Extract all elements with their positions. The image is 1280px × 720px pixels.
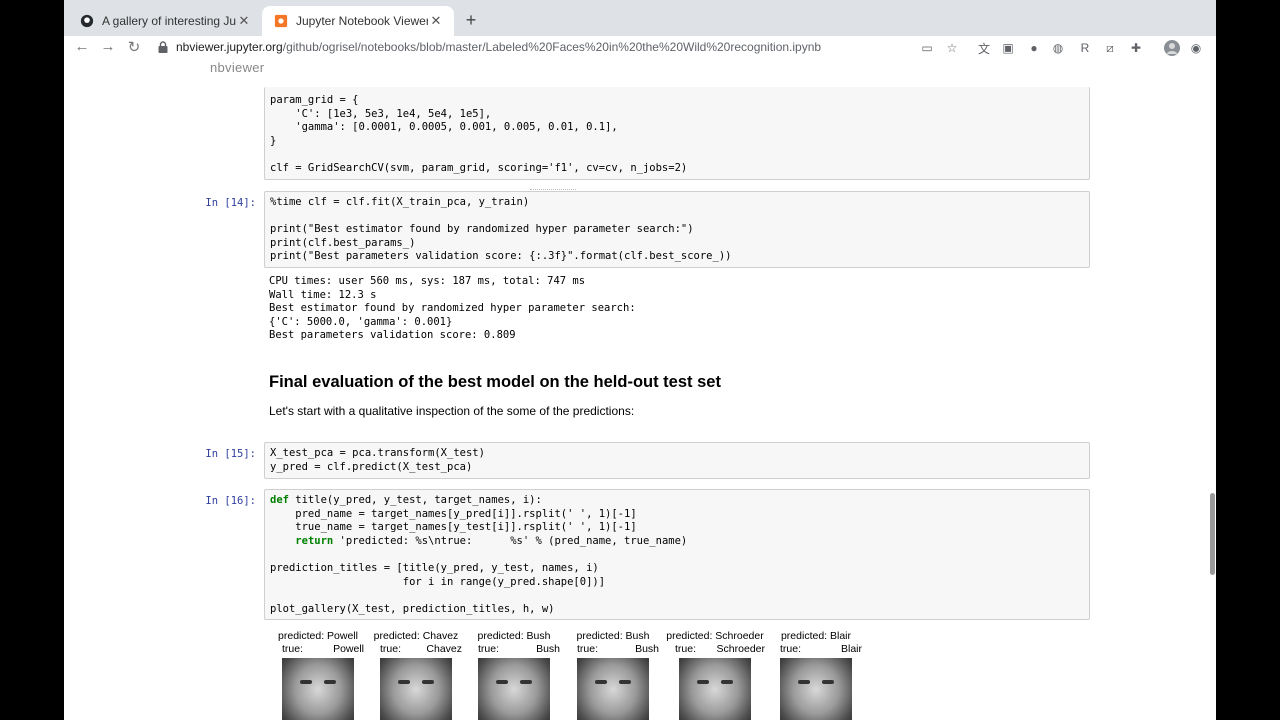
tab-nbviewer[interactable]: Jupyter Notebook Viewer ✕ (262, 6, 454, 36)
true-label: true: (282, 643, 304, 655)
browser-window: A gallery of interesting Jupyte ✕ Jupyte… (64, 0, 1216, 720)
close-icon[interactable]: ✕ (236, 13, 252, 29)
true-name: Bush (635, 643, 659, 655)
tab-strip: A gallery of interesting Jupyte ✕ Jupyte… (64, 0, 1216, 36)
gallery-item: predicted: Blair true: Blair (768, 630, 864, 720)
address-bar[interactable]: nbviewer.jupyter.org/github/ogrisel/note… (176, 40, 821, 54)
reload-icon[interactable]: ↻ (124, 38, 144, 56)
code-cell-13-source: param_grid = { 'C': [1e3, 5e3, 1e4, 5e4,… (270, 94, 688, 174)
true-label: true: (380, 643, 402, 655)
keyword: return (295, 534, 334, 547)
github-icon (80, 14, 94, 28)
tab-title: A gallery of interesting Jupyte (102, 14, 236, 28)
scrollbar-thumb[interactable] (1210, 493, 1215, 575)
cast-icon[interactable]: ▭ (919, 40, 935, 56)
tab-title: Jupyter Notebook Viewer (296, 14, 428, 28)
keyword: def (270, 494, 289, 506)
collapse-dots[interactable] (530, 189, 576, 190)
jupyter-icon (274, 14, 288, 28)
lock-icon (158, 41, 168, 53)
url-path: /github/ogrisel/notebooks/blob/master/La… (282, 40, 822, 54)
predicted-label: predicted: Powell (278, 630, 358, 642)
extension-r-icon[interactable]: R (1077, 40, 1093, 56)
code-cell-16[interactable]: def title(y_pred, y_test, target_names, … (264, 489, 1090, 620)
cell-14-output: CPU times: user 560 ms, sys: 187 ms, tot… (269, 275, 636, 342)
code-line: 'predicted: %s\ntrue: %s' % (pred_name, … (333, 534, 688, 547)
true-name: Schroeder (716, 643, 765, 655)
extension-globe-icon[interactable]: ◍ (1050, 40, 1066, 56)
face-image (380, 658, 452, 720)
predicted-label: predicted: Schroeder (666, 630, 764, 642)
true-name: Blair (840, 643, 862, 655)
cell-prompt: In [14]: (205, 197, 256, 209)
translate-icon[interactable]: 文 (976, 40, 992, 56)
extension-slash-icon[interactable]: ⧄ (1102, 40, 1118, 56)
sync-icon[interactable]: ◉ (1188, 40, 1204, 56)
section-heading: Final evaluation of the best model on th… (269, 373, 721, 391)
extension-screen-icon[interactable]: ▣ (1000, 40, 1016, 56)
avatar[interactable] (1164, 40, 1180, 56)
gallery-item: predicted: Bush true: Bush (565, 630, 661, 720)
face-image (577, 658, 649, 720)
new-tab-button[interactable]: + (461, 10, 481, 31)
scrollbar[interactable] (1208, 60, 1216, 720)
cell-prompt: In [16]: (205, 495, 256, 507)
forward-icon[interactable]: → (98, 38, 118, 55)
face-image (679, 658, 751, 720)
gallery-item: predicted: Chavez true: Chavez (368, 630, 464, 720)
code-cell-14[interactable]: %time clf = clf.fit(X_train_pca, y_train… (264, 191, 1090, 268)
gallery-item: predicted: Schroeder true: Schroeder (663, 630, 767, 720)
code-cell-16-source: def title(y_pred, y_test, target_names, … (265, 490, 1089, 620)
cell-prompt: In [15]: (205, 448, 256, 460)
gallery-item: predicted: Bush true: Bush (466, 630, 562, 720)
browser-toolbar: ← → ↻ nbviewer.jupyter.org/github/ogrise… (64, 36, 1216, 60)
true-label: true: (780, 643, 802, 655)
code-cell-14-source: %time clf = clf.fit(X_train_pca, y_train… (270, 196, 732, 263)
code-line: true_name = target_names[y_test[i]].rspl… (270, 521, 637, 534)
predicted-label: predicted: Bush (576, 630, 650, 642)
true-name: Chavez (426, 643, 462, 655)
true-label: true: (478, 643, 500, 655)
true-name: Powell (333, 643, 364, 655)
true-name: Bush (536, 643, 560, 655)
gallery-item: predicted: Powell true: Powell (270, 630, 366, 720)
extension-puzzle-icon[interactable]: ✚ (1128, 40, 1144, 56)
code-line: title(y_pred, y_test, target_names, i): (288, 494, 542, 506)
face-image (780, 658, 852, 720)
code-cell-13[interactable]: param_grid = { 'C': [1e3, 5e3, 1e4, 5e4,… (264, 87, 1090, 180)
predicted-label: predicted: Chavez (373, 630, 459, 642)
true-label: true: (577, 643, 599, 655)
nbviewer-logo[interactable]: nbviewer (210, 60, 264, 75)
face-image (478, 658, 550, 720)
code-cell-15-source: X_test_pca = pca.transform(X_test) y_pre… (270, 447, 485, 473)
predicted-label: predicted: Blair (780, 630, 852, 642)
predicted-label: predicted: Bush (477, 630, 551, 642)
true-label: true: (675, 643, 697, 655)
back-icon[interactable]: ← (72, 38, 92, 55)
code-cell-15[interactable]: X_test_pca = pca.transform(X_test) y_pre… (264, 442, 1090, 479)
close-icon[interactable]: ✕ (428, 13, 444, 29)
face-image (282, 658, 354, 720)
bookmark-star-icon[interactable]: ☆ (944, 40, 960, 56)
tab-gallery[interactable]: A gallery of interesting Jupyte ✕ (68, 6, 262, 36)
extension-circle-icon[interactable]: ● (1026, 40, 1042, 56)
code-line: pred_name = target_names[y_pred[i]].rspl… (270, 507, 637, 520)
section-paragraph: Let's start with a qualitative inspectio… (269, 404, 635, 418)
url-host: nbviewer.jupyter.org (176, 40, 283, 54)
page-content: nbviewer param_grid = { 'C': [1e3, 5e3, … (64, 60, 1216, 720)
code-block: prediction_titles = [title(y_pred, y_tes… (270, 561, 606, 615)
